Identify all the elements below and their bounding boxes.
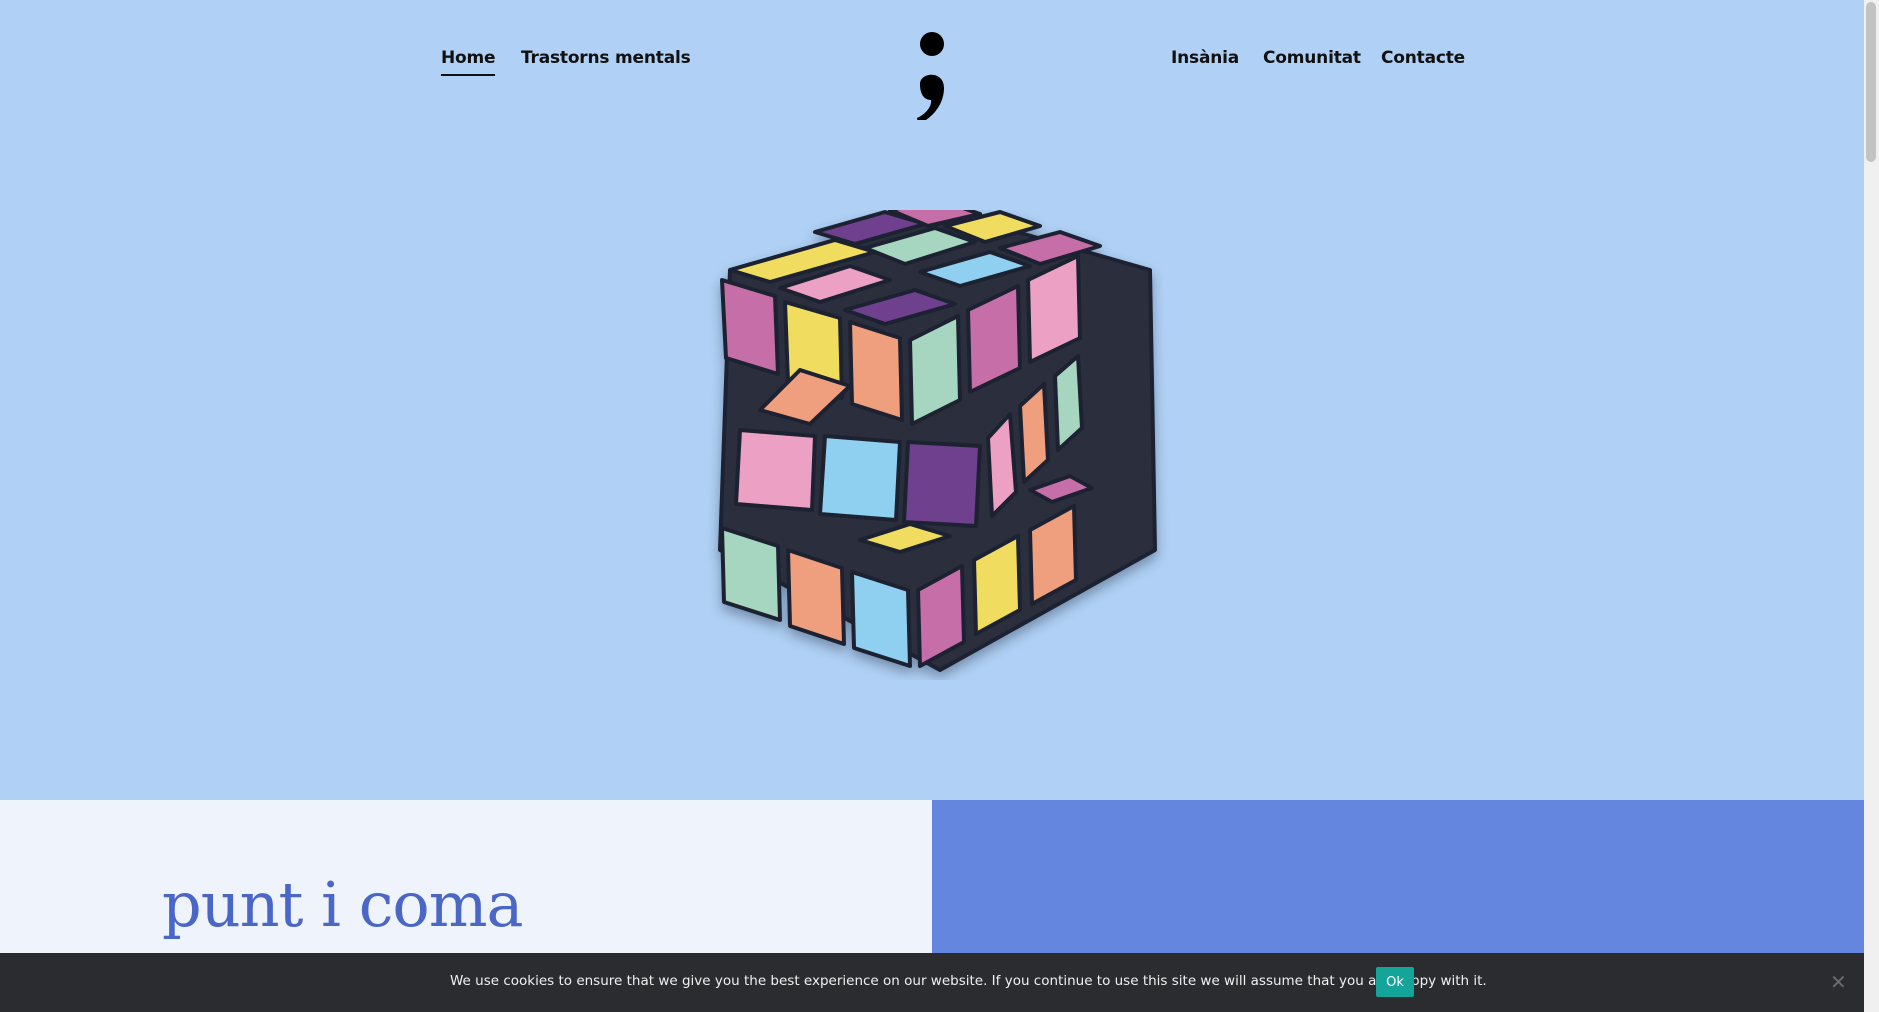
nav-trastorns-mentals[interactable]: Trastorns mentals [521,48,691,68]
rubiks-cube-illustration [718,210,1157,672]
cookie-message: We use cookies to ensure that we give yo… [450,973,1487,989]
cookie-notice: We use cookies to ensure that we give yo… [0,953,1864,1012]
nav-home[interactable]: Home [441,48,496,76]
scrollbar-thumb[interactable] [1866,2,1876,162]
nav-comunitat[interactable]: Comunitat [1263,48,1361,68]
nav-contacte[interactable]: Contacte [1381,48,1465,68]
nav-insania[interactable]: Insània [1171,48,1239,68]
close-icon[interactable]: ✕ [1830,972,1847,992]
site-title: punt i coma [162,868,524,941]
cookie-ok-button[interactable]: Ok [1376,967,1414,997]
hero-section: Home Trastorns mentals Insània Comunitat… [0,0,1864,800]
semicolon-logo[interactable] [900,20,960,120]
